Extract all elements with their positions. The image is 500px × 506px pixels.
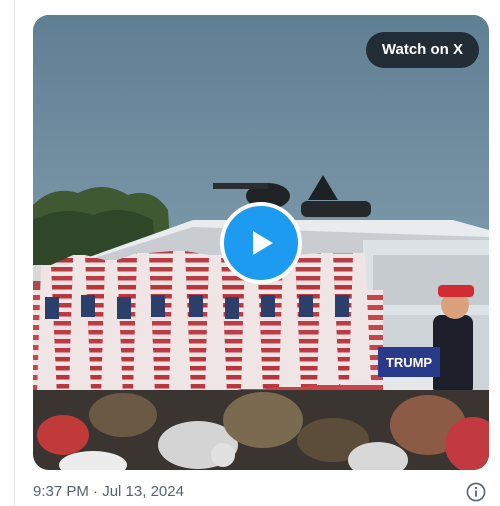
post-time: 9:37 PM [33, 483, 89, 500]
play-icon [253, 231, 273, 255]
video-player[interactable]: TRUMP Watch on X [33, 15, 489, 470]
play-button[interactable] [220, 202, 302, 284]
timestamp-separator: · [93, 483, 99, 500]
watch-on-x-button[interactable]: Watch on X [365, 32, 479, 68]
post-date: Jul 13, 2024 [102, 483, 184, 500]
post-footer: 9:37 PM · Jul 13, 2024 [33, 481, 489, 505]
timeline-divider [14, 0, 15, 506]
podium-sign: TRUMP [386, 355, 433, 370]
info-icon[interactable] [466, 482, 486, 502]
post-timestamp[interactable]: 9:37 PM · Jul 13, 2024 [33, 483, 184, 500]
